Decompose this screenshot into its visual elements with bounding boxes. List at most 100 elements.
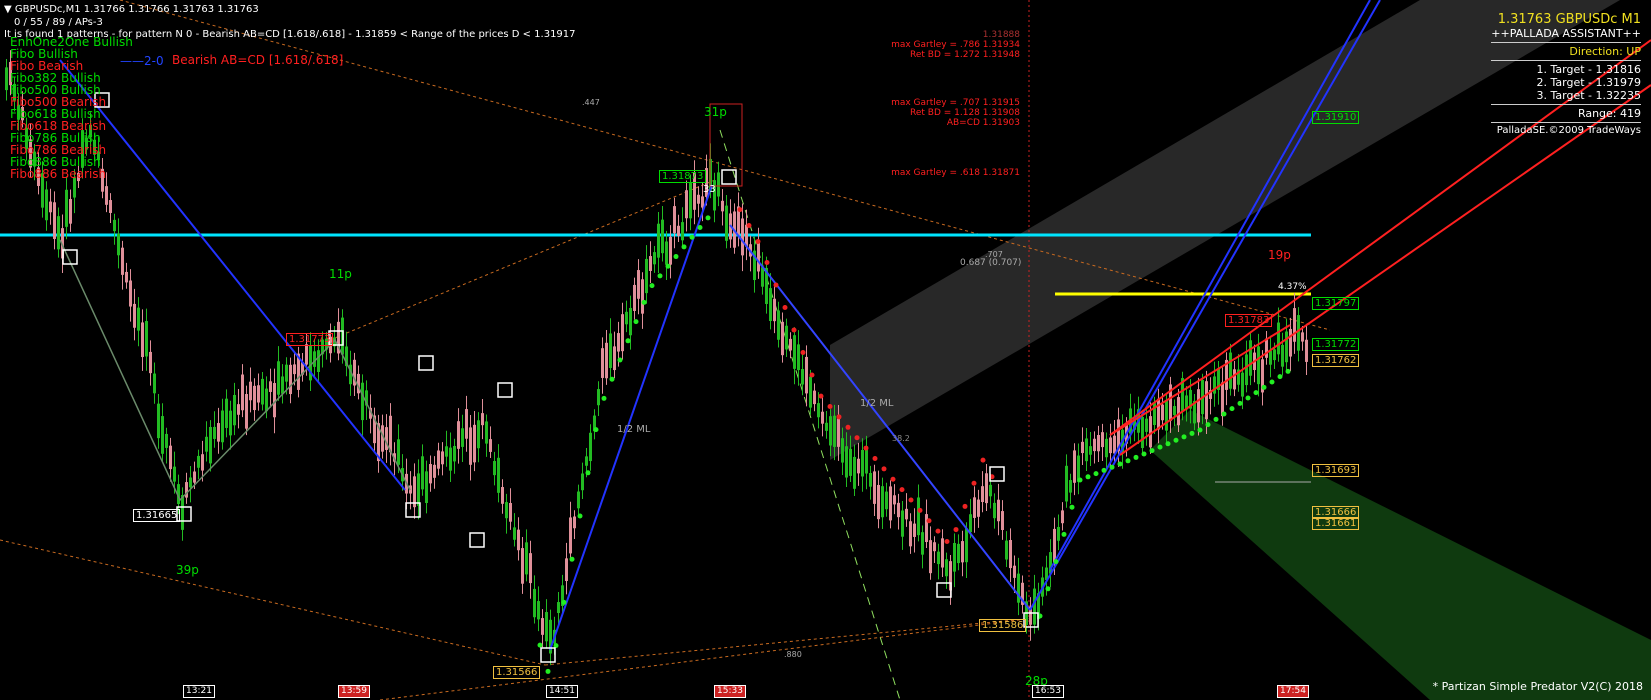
blue-pattern-leg (549, 184, 713, 651)
trend-dot (1245, 395, 1251, 401)
candle-body (53, 202, 56, 239)
candle-body (1301, 332, 1304, 342)
trend-dot (609, 376, 615, 382)
candle-body (1101, 432, 1104, 448)
gartley-note-3: max Gartley = .618 1.31871 (891, 168, 1020, 178)
trend-dot (657, 273, 663, 279)
candle-body (1009, 539, 1012, 569)
candle-body (1017, 573, 1020, 603)
candle-body (945, 559, 948, 577)
trend-dot (872, 455, 878, 461)
time-tick: 15:33 (714, 685, 746, 698)
candle-body (1289, 328, 1292, 357)
price-chart[interactable] (0, 0, 1651, 700)
candle-body (697, 194, 700, 204)
candle-body (165, 433, 168, 448)
trend-dot (1085, 474, 1091, 480)
candle-body (905, 508, 908, 520)
candle-body (613, 346, 616, 371)
menu-arrow-icon[interactable]: ▼ (4, 4, 12, 15)
trend-dot (818, 393, 824, 399)
candle-body (249, 381, 252, 401)
candle-body (45, 189, 48, 221)
candle-body (1105, 438, 1108, 458)
candle-body (621, 314, 624, 352)
chart-window[interactable]: ▼ GBPUSDc,M1 1.31766 1.31766 1.31763 1.3… (0, 0, 1651, 700)
trend-dot (1189, 430, 1195, 436)
candle-body (293, 364, 296, 375)
candle-body (1177, 397, 1180, 426)
candle-body (629, 307, 632, 336)
candle-body (649, 256, 652, 271)
candle-body (497, 457, 500, 493)
candle-body (993, 502, 996, 519)
candle-body (869, 472, 872, 487)
candle-body (305, 344, 308, 365)
pallada-assistant-panel: 1.31763 GBPUSDc M1 ++PALLADA ASSISTANT++… (1491, 12, 1641, 136)
candle-body (389, 415, 392, 453)
candle-body (577, 491, 580, 509)
candle-body (525, 542, 528, 575)
candle-body (149, 351, 152, 374)
trend-dot (863, 445, 869, 451)
trend-dot (980, 457, 986, 463)
trend-dot (697, 225, 703, 231)
candle-body (617, 333, 620, 352)
candle-body (253, 385, 256, 411)
candle-body (1005, 540, 1008, 560)
price-marker: 1.31661 (1312, 517, 1360, 530)
swing-marker (418, 355, 434, 371)
swing-label-high-3: 1.31783 (1225, 314, 1273, 327)
trend-dot (764, 260, 770, 265)
candle-body (241, 374, 244, 411)
candle-body (1257, 346, 1260, 385)
gartley-note-2: max Gartley = .707 1.31915 Ret BD = 1.12… (891, 98, 1020, 128)
trend-dot (908, 497, 914, 503)
trend-dot (1101, 467, 1107, 473)
candle-body (137, 307, 140, 331)
panel-title: 1.31763 GBPUSDc M1 (1497, 12, 1641, 27)
candle-body (1297, 315, 1300, 351)
swing-label-low-2: 1.31566 (493, 666, 541, 679)
candle-body (1233, 369, 1236, 390)
candle-body (925, 514, 928, 543)
candle-body (237, 404, 240, 415)
candle-body (625, 311, 628, 325)
candle-body (689, 183, 692, 219)
candle-body (1241, 372, 1244, 397)
candle-body (485, 421, 488, 444)
trend-dot (1213, 416, 1219, 422)
swing-label-high-1: 1.31773 (286, 333, 334, 346)
candle-body (453, 445, 456, 462)
candle-body (873, 471, 876, 504)
trend-dot (890, 476, 896, 482)
candle-body (1061, 510, 1064, 524)
candle-body (309, 345, 312, 381)
candle-body (785, 325, 788, 350)
candle-body (589, 432, 592, 462)
candle-body (425, 471, 428, 503)
trend-dot (1197, 427, 1203, 433)
trend-dot (673, 254, 679, 260)
trend-dot (854, 435, 860, 441)
candle-body (605, 342, 608, 379)
candle-body (633, 284, 636, 311)
candle-body (289, 364, 292, 395)
trend-dot (625, 338, 631, 344)
trend-dot (585, 470, 591, 476)
candle-body (1093, 438, 1096, 452)
candle-body (465, 409, 468, 439)
trend-dot (953, 527, 959, 533)
candle-body (573, 516, 576, 529)
candle-body (265, 388, 268, 412)
candle-body (769, 288, 772, 322)
candle-body (501, 487, 504, 504)
candle-body (741, 218, 744, 256)
trend-dot (737, 207, 743, 213)
candle-body (1165, 400, 1168, 431)
candle-body (445, 446, 448, 457)
trend-dot (1109, 464, 1115, 470)
candle-body (601, 348, 604, 378)
candle-body (1033, 588, 1036, 625)
candle-body (677, 225, 680, 236)
